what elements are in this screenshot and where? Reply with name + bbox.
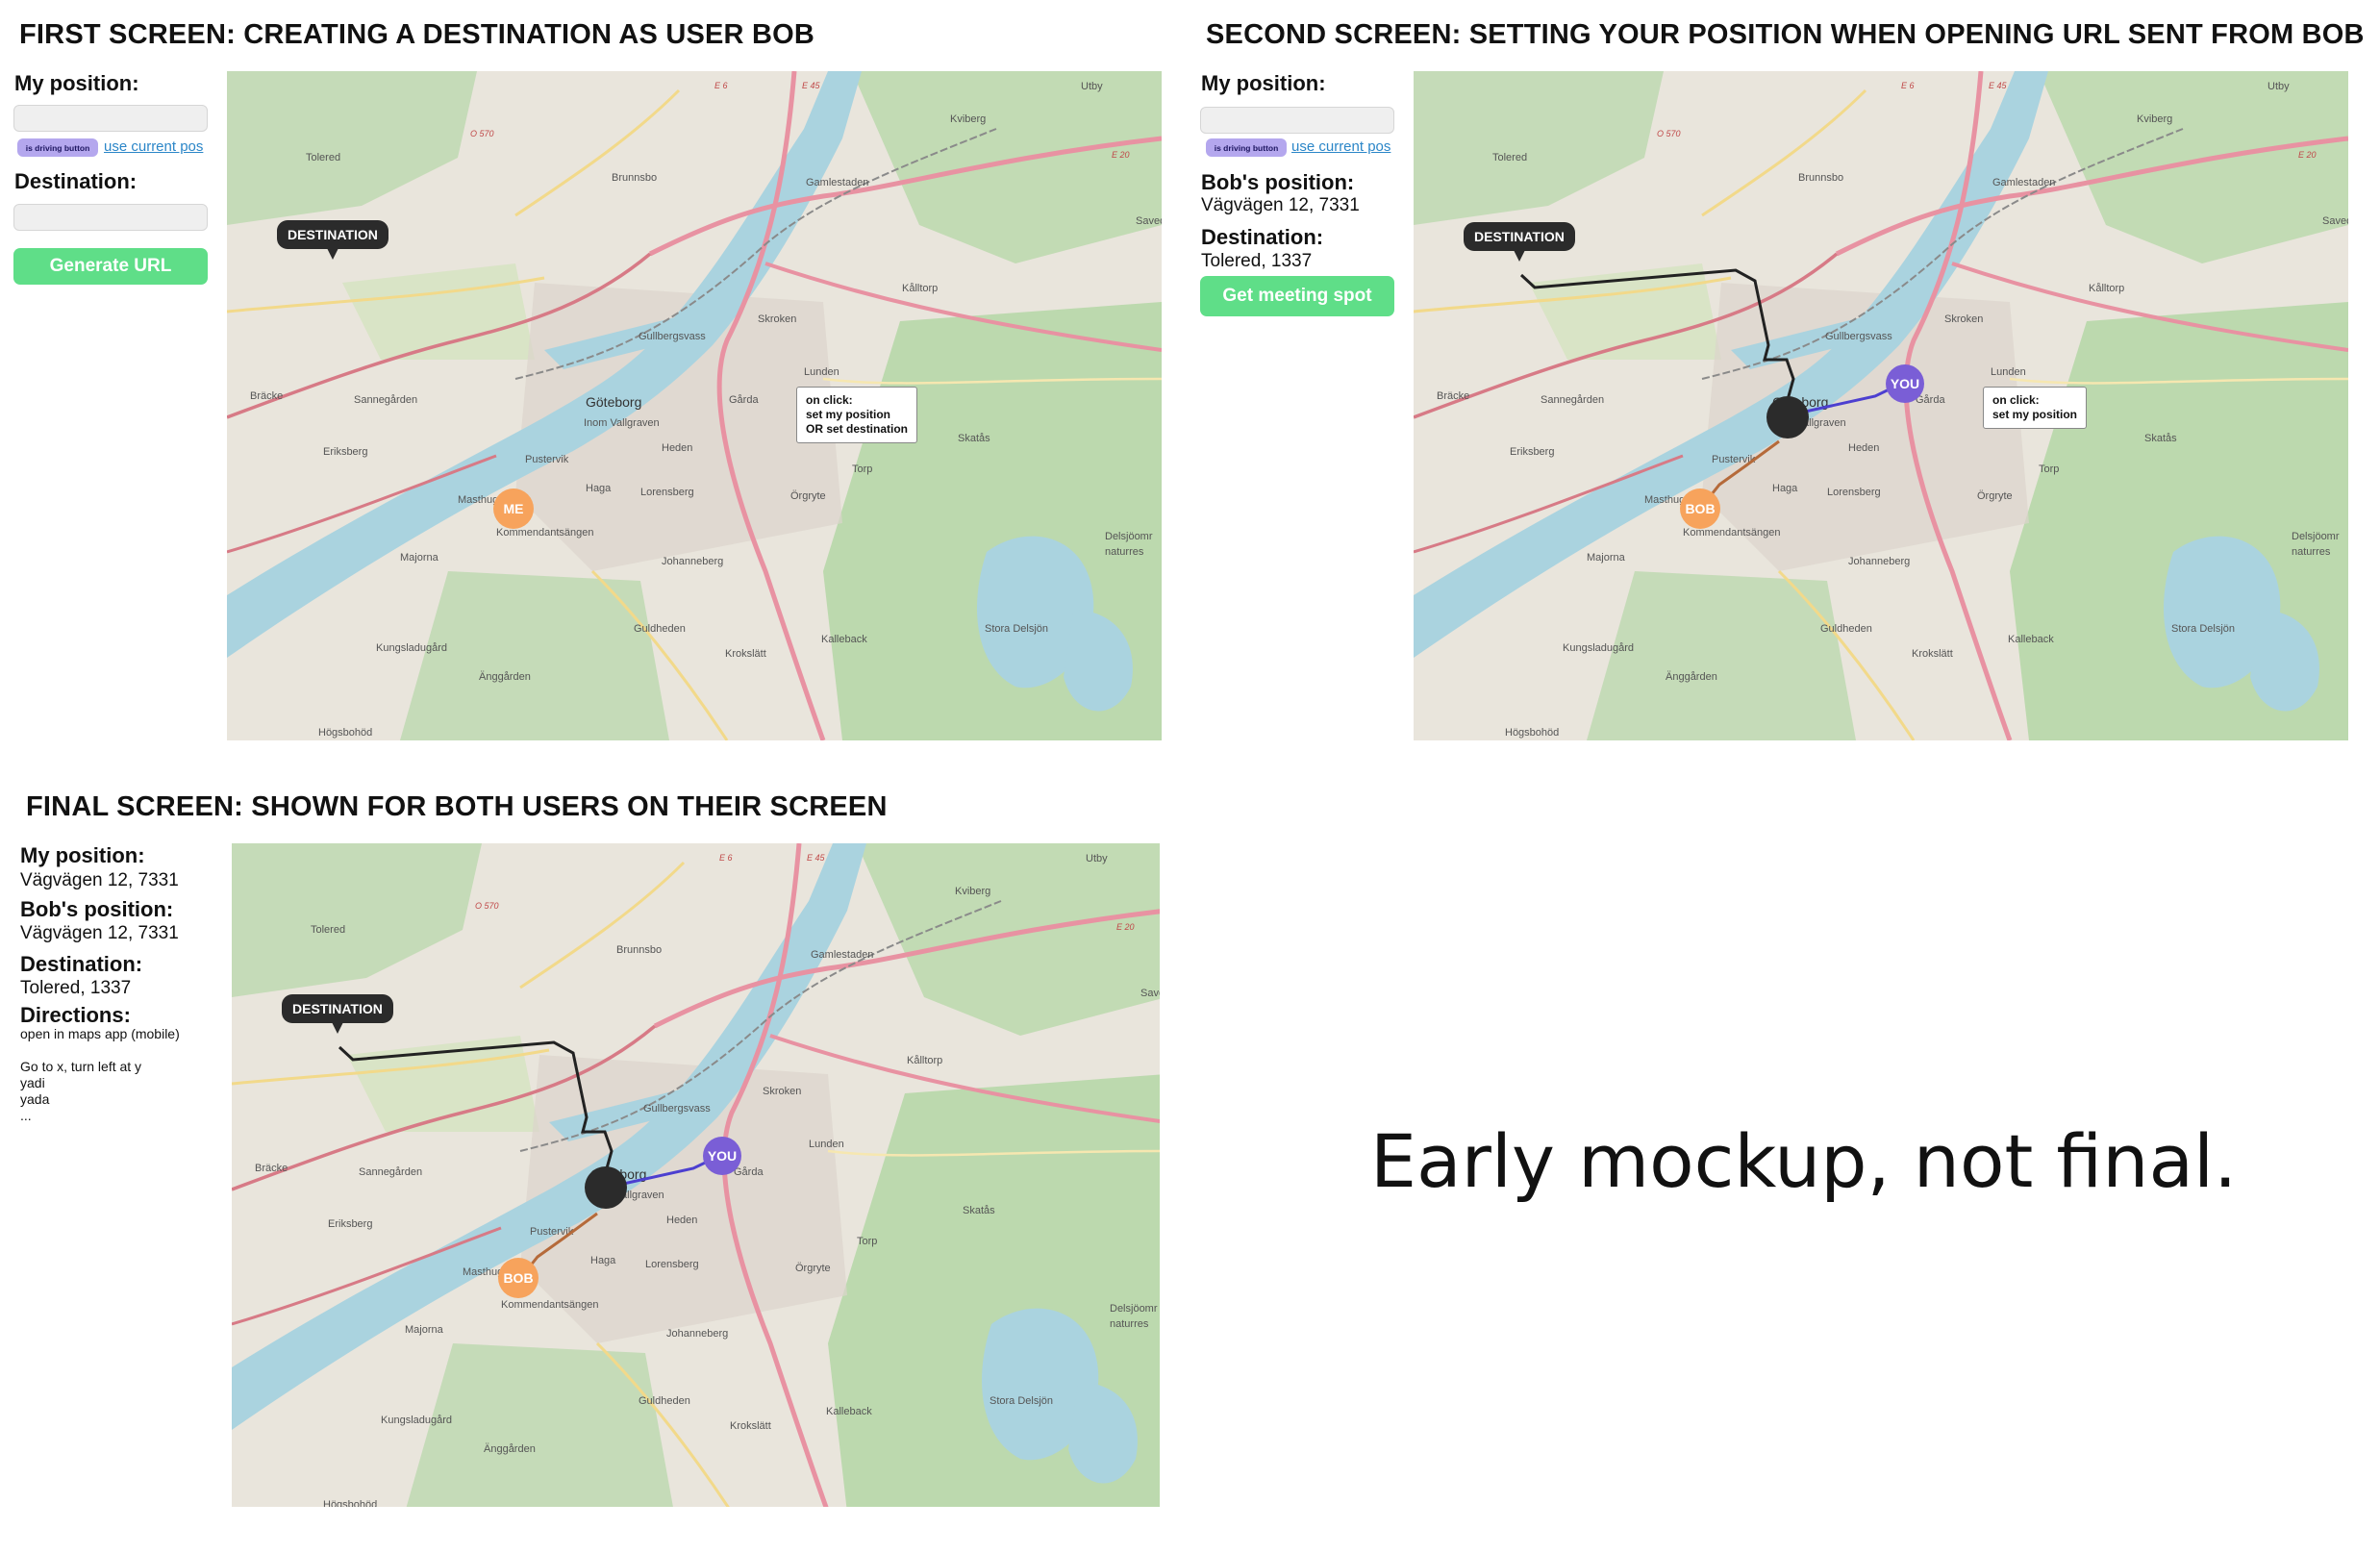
screen2-destination-label: Destination: bbox=[1201, 225, 1324, 249]
mockup-note: Early mockup, not final. bbox=[1370, 1118, 2238, 1204]
map-tiles bbox=[227, 71, 1162, 740]
map-label-inom-vallgraven: Inom Vallgraven bbox=[584, 417, 660, 429]
map-label-e45: E 45 bbox=[802, 81, 820, 90]
screen1-my-position-input[interactable] bbox=[13, 105, 208, 132]
screen2-bobs-position-label: Bob's position: bbox=[1201, 170, 1355, 194]
map-label-pustervik: Pustervik bbox=[525, 454, 569, 465]
you-marker[interactable]: YOU bbox=[703, 1137, 741, 1175]
map-label-naturres: naturres bbox=[1105, 546, 1144, 558]
destination-tag: DESTINATION bbox=[282, 994, 393, 1023]
map-label-anggarden: Änggården bbox=[479, 671, 531, 683]
screen1-destination-label: Destination: bbox=[14, 169, 138, 193]
map-label-skatas: Skatås bbox=[958, 433, 990, 444]
map-label-brunnsbo: Brunnsbo bbox=[612, 172, 658, 184]
screen2-my-position-label: My position: bbox=[1201, 71, 1326, 95]
map-label-gullbergsvass: Gullbergsvass bbox=[639, 331, 706, 342]
screen1-title: FIRST SCREEN: CREATING A DESTINATION AS … bbox=[19, 19, 814, 50]
map-label-goteborg: Göteborg bbox=[586, 394, 642, 410]
screen3-bobs-position-value: Vägvägen 12, 7331 bbox=[20, 923, 179, 943]
map-label-stora-delsjon: Stora Delsjön bbox=[985, 623, 1049, 635]
map-label-savedalen: Saved bbox=[1136, 215, 1162, 227]
park-area bbox=[852, 71, 1162, 263]
screen3-title: FINAL SCREEN: SHOWN FOR BOTH USERS ON TH… bbox=[26, 791, 888, 822]
screen2-use-current-pos-link[interactable]: use current pos bbox=[1291, 138, 1390, 155]
screen1-driving-button[interactable]: is driving button bbox=[17, 138, 98, 157]
direction-step: yada bbox=[20, 1091, 50, 1107]
tooltip-line: set my position bbox=[1992, 408, 2078, 421]
map-label-sannegarden: Sannegården bbox=[354, 394, 418, 406]
map-label-krokslatt: Krokslätt bbox=[725, 648, 766, 660]
screen3-directions-label: Directions: bbox=[20, 1003, 131, 1027]
main-road bbox=[514, 88, 681, 217]
screen3-bobs-position-label: Bob's position: bbox=[20, 897, 174, 921]
map-label-hogsbohod: Högsbohöd bbox=[318, 727, 373, 739]
map-label-bracke: Bräcke bbox=[250, 390, 284, 402]
map-label-lunden: Lunden bbox=[804, 366, 839, 378]
map-label-utby: Utby bbox=[1081, 81, 1103, 92]
map-label-e6: E 6 bbox=[714, 81, 728, 90]
tooltip-line: set my position bbox=[806, 408, 891, 421]
map-label-guldheden: Guldheden bbox=[634, 623, 686, 635]
map-label-tolered: Tolered bbox=[306, 152, 341, 163]
map-label-garda: Gårda bbox=[729, 394, 759, 406]
you-marker[interactable]: YOU bbox=[1886, 364, 1924, 403]
direction-step: yadi bbox=[20, 1075, 45, 1090]
screen3-destination-value: Tolered, 1337 bbox=[20, 978, 132, 998]
direction-step: Go to x, turn left at y bbox=[20, 1059, 142, 1074]
screen2-bobs-position-value: Vägvägen 12, 7331 bbox=[1201, 195, 1360, 215]
screen3-destination-label: Destination: bbox=[20, 952, 143, 976]
map-label-orgryte: Örgryte bbox=[790, 490, 826, 502]
map-label-haga: Haga bbox=[586, 483, 612, 494]
meeting-spot-marker[interactable] bbox=[1766, 396, 1809, 438]
route-to-destination bbox=[338, 1040, 614, 1180]
map-label-johanneberg: Johanneberg bbox=[662, 556, 724, 567]
screen3-my-position-value: Vägvägen 12, 7331 bbox=[20, 870, 179, 890]
map-label-kungsladugard: Kungsladugård bbox=[376, 642, 448, 654]
direction-step: ... bbox=[20, 1108, 32, 1123]
map-label-kalleback: Kalleback bbox=[821, 634, 867, 645]
map-label-delsjomn: Delsjöomr bbox=[1105, 531, 1153, 542]
bob-marker[interactable]: BOB bbox=[498, 1258, 539, 1298]
route-lines bbox=[338, 1040, 720, 1282]
park-area bbox=[227, 71, 477, 225]
screen2-map[interactable]: Tolered Brunnsbo Gamlestaden Kviberg Utby Gul… bbox=[1414, 71, 2348, 740]
meeting-spot-marker[interactable] bbox=[585, 1166, 627, 1209]
map-click-tooltip: on click: set my position OR set destina… bbox=[796, 387, 918, 443]
map-label-lorensberg: Lorensberg bbox=[640, 487, 694, 498]
me-marker[interactable]: ME bbox=[493, 488, 534, 529]
screen1-map[interactable]: Tolered Brunnsbo Gamlestaden Kviberg Utby Gul… bbox=[227, 71, 1162, 740]
route-lines bbox=[1519, 268, 1902, 510]
map-label-kviberg: Kviberg bbox=[950, 113, 987, 125]
map-label-e20: E 20 bbox=[1112, 150, 1130, 160]
generate-url-button[interactable]: Generate URL bbox=[13, 248, 208, 285]
map-label-torp: Torp bbox=[852, 463, 873, 475]
screen1-use-current-pos-link[interactable]: use current pos bbox=[104, 138, 203, 155]
get-meeting-spot-button[interactable]: Get meeting spot bbox=[1200, 276, 1394, 316]
tooltip-line: OR set destination bbox=[806, 422, 909, 436]
screen3-map[interactable]: Tolered Brunnsbo Gamlestaden Kviberg Utby Gul… bbox=[232, 843, 1160, 1507]
map-click-tooltip: on click: set my position bbox=[1983, 387, 2088, 429]
tooltip-line: on click: bbox=[806, 393, 853, 407]
map-label-o570: O 570 bbox=[470, 129, 494, 138]
route-to-destination bbox=[1519, 268, 1795, 408]
map-label-majorna: Majorna bbox=[400, 552, 438, 564]
screen1-destination-input[interactable] bbox=[13, 204, 208, 231]
open-in-maps-link[interactable]: open in maps app (mobile) bbox=[20, 1026, 180, 1042]
screen1-my-position-label: My position: bbox=[14, 71, 139, 95]
destination-tag: DESTINATION bbox=[1464, 222, 1575, 251]
bob-marker[interactable]: BOB bbox=[1680, 488, 1720, 529]
screen2-destination-value: Tolered, 1337 bbox=[1201, 251, 1313, 271]
map-label-gamlestaden: Gamlestaden bbox=[806, 177, 869, 188]
destination-tag: DESTINATION bbox=[277, 220, 388, 249]
map-label-kallltorp: Kålltorp bbox=[902, 283, 939, 294]
tooltip-line: on click: bbox=[1992, 393, 2040, 407]
screen2-driving-button[interactable]: is driving button bbox=[1206, 138, 1287, 157]
map-label-eriksberg: Eriksberg bbox=[323, 446, 368, 458]
screen2-title: SECOND SCREEN: SETTING YOUR POSITION WHE… bbox=[1206, 19, 2365, 50]
map-label-heden: Heden bbox=[662, 442, 693, 454]
map-label-skroken: Skroken bbox=[758, 313, 797, 325]
park-area bbox=[400, 571, 669, 740]
screen2-my-position-input[interactable] bbox=[1200, 107, 1394, 134]
screen3-my-position-label: My position: bbox=[20, 843, 145, 867]
